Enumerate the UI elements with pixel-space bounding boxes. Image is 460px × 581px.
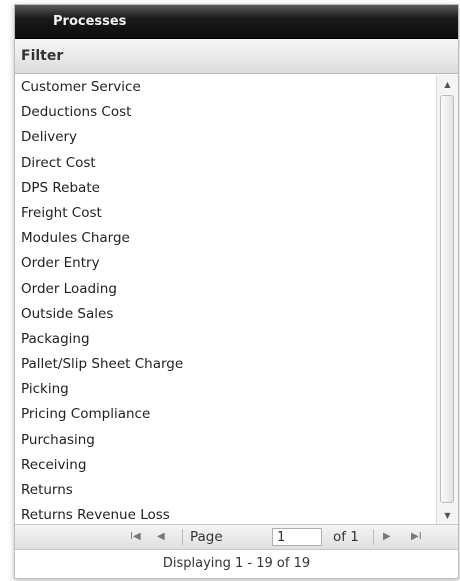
list-item[interactable]: Customer Service — [15, 75, 435, 100]
pagination-toolbar: I◀ ◀ Page of 1 ▶ ▶I — [15, 524, 458, 550]
scroll-up-arrow-icon[interactable]: ▲ — [437, 75, 458, 93]
list-item[interactable]: Packaging — [15, 327, 435, 352]
list-item[interactable]: Deductions Cost — [15, 100, 435, 125]
pager-divider — [182, 529, 183, 545]
list-item[interactable]: Pallet/Slip Sheet Charge — [15, 352, 435, 377]
list-item[interactable]: Delivery — [15, 125, 435, 150]
list-item[interactable]: Modules Charge — [15, 226, 435, 251]
list-item[interactable]: Freight Cost — [15, 201, 435, 226]
page-number-input[interactable] — [272, 528, 322, 546]
filter-label: Filter — [21, 48, 64, 64]
list-item[interactable]: Purchasing — [15, 428, 435, 453]
scroll-thumb[interactable] — [440, 95, 454, 503]
vertical-scrollbar[interactable]: ▲ ▼ — [436, 75, 458, 524]
next-page-icon[interactable]: ▶ — [383, 525, 391, 549]
pager-divider — [373, 529, 374, 545]
prev-page-icon[interactable]: ◀ — [157, 525, 165, 549]
process-list-container: Customer Service Deductions Cost Delivery D… — [15, 75, 458, 524]
list-item[interactable]: Direct Cost — [15, 151, 435, 176]
list-item[interactable]: Receiving — [15, 453, 435, 478]
list-item[interactable]: DPS Rebate — [15, 176, 435, 201]
filter-header[interactable]: Filter — [15, 39, 458, 74]
last-page-icon[interactable]: ▶I — [411, 525, 422, 549]
list-item[interactable]: Returns Revenue Loss — [15, 503, 435, 524]
list-item[interactable]: Returns — [15, 478, 435, 503]
list-item[interactable]: Pricing Compliance — [15, 402, 435, 427]
page-label: Page — [190, 529, 223, 545]
status-text: Displaying 1 - 19 of 19 — [162, 556, 311, 571]
panel-title: Processes — [15, 5, 458, 39]
processes-panel: Processes Filter Customer Service Deducti… — [14, 4, 459, 579]
page-count-label: of 1 — [333, 529, 359, 545]
list-item[interactable]: Outside Sales — [15, 302, 435, 327]
list-item[interactable]: Order Entry — [15, 251, 435, 276]
list-item[interactable]: Picking — [15, 377, 435, 402]
process-list: Customer Service Deductions Cost Delivery D… — [15, 75, 435, 524]
scroll-down-arrow-icon[interactable]: ▼ — [437, 506, 458, 524]
first-page-icon[interactable]: I◀ — [130, 525, 141, 549]
list-item[interactable]: Order Loading — [15, 277, 435, 302]
